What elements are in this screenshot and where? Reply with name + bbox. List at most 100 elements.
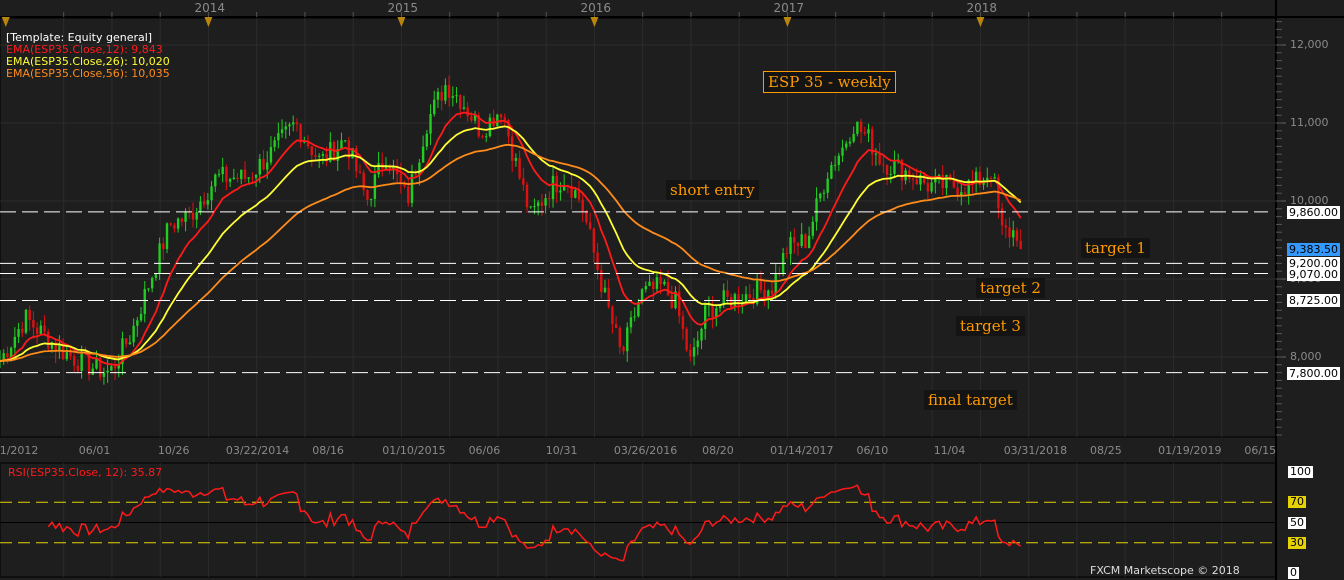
candle-body [377,162,380,175]
candle-body [729,296,733,308]
candle-body [180,218,184,222]
candle-body [596,252,599,271]
candle-body [837,155,841,165]
candle-body [845,143,848,148]
candle-body [440,91,443,101]
candle-body [830,164,833,179]
rsi-tick-label: 70 [1288,495,1306,509]
candle-body [399,174,403,184]
candle-body [202,201,206,205]
candle-body [603,287,607,293]
x-tick-label: 06/10 [856,444,889,457]
level-price-label: 9,860.00 [1287,205,1340,219]
candle-body [670,295,673,309]
candle-body [366,190,369,200]
candle-body [425,133,429,147]
candle-body [228,179,232,182]
candle-body [24,309,28,333]
candle-body [299,124,302,143]
candle-body [1015,230,1019,241]
legend-ema56: EMA(ESP35.Close,56): 10,035 [6,67,170,80]
candle-body [414,174,417,176]
candle-body [369,198,373,200]
candle-body [444,85,447,101]
candle-body [102,372,106,377]
candle-body [176,218,180,229]
candle-body [989,177,993,179]
candle-body [789,237,792,254]
candle-body [574,190,577,198]
candle-body [169,223,172,225]
candle-body [236,177,239,180]
candle-body [518,158,521,179]
chart-canvas[interactable] [0,0,1344,580]
x-tick-label: 08/20 [702,444,734,457]
candle-body [113,366,117,369]
candle-body [466,107,469,117]
candle-body [310,146,313,156]
candle-body [433,99,436,115]
candle-body [956,187,959,196]
candle-body [407,186,410,204]
candle-body [447,85,451,98]
rsi-label: RSI(ESP35.Close, 12): 35.87 [8,466,163,479]
year-label: 2015 [387,1,418,15]
x-tick-label: 03/31/2018 [1003,444,1068,457]
candle-body [199,201,202,213]
candle-body [774,273,777,295]
candle-body [622,346,625,352]
candle-body [1012,230,1015,238]
candle-body [529,206,532,208]
x-tick-label: 01/10/2015 [382,444,446,457]
y-tick-label: 11,000 [1290,116,1329,129]
candle-body [759,280,763,290]
candle-body [559,190,562,193]
candle-body [726,290,729,297]
candle-body [61,344,65,360]
candle-body [926,183,930,192]
candle-body [184,211,187,222]
candle-body [685,328,688,350]
candle-body [666,281,670,296]
candle-body [911,178,915,180]
candle-body [240,169,243,180]
candle-body [269,147,273,163]
candle-body [340,140,343,150]
candle-body [251,177,254,179]
chart-window: [Template: Equity general] EMA(ESP35.Clo… [0,0,1344,580]
candle-body [770,290,774,295]
candle-body [819,193,822,199]
candle-body [960,192,963,196]
candle-body [217,174,221,176]
candle-body [785,253,789,255]
candle-body [254,174,258,178]
candle-body [28,309,31,321]
candle-body [655,277,659,289]
candle-body [232,177,236,180]
candle-body [1008,227,1011,238]
candle-body [581,199,584,212]
candle-body [139,313,143,321]
candle-body [592,228,596,253]
x-tick-label: 08/16 [312,444,344,457]
candle-body [69,352,72,357]
candle-body [39,325,43,334]
candle-body [76,365,80,371]
rsi-tick-label: 30 [1288,535,1306,549]
candle-body [618,328,622,347]
candle-body [945,174,948,189]
candle-body [514,158,518,161]
candle-body [963,192,967,194]
x-tick-label: 01/19/2019 [1158,444,1222,457]
candle-body [284,126,287,130]
candle-body [885,165,889,175]
footer-copyright: FXCM Marketscope © 2018 [1090,564,1240,577]
candle-body [221,166,224,175]
candle-body [703,305,707,329]
candle-body [648,281,651,287]
candle-body [626,327,629,352]
candle-body [455,95,458,97]
candle-body [173,224,176,229]
candle-body [659,277,662,285]
candle-body [689,349,692,357]
